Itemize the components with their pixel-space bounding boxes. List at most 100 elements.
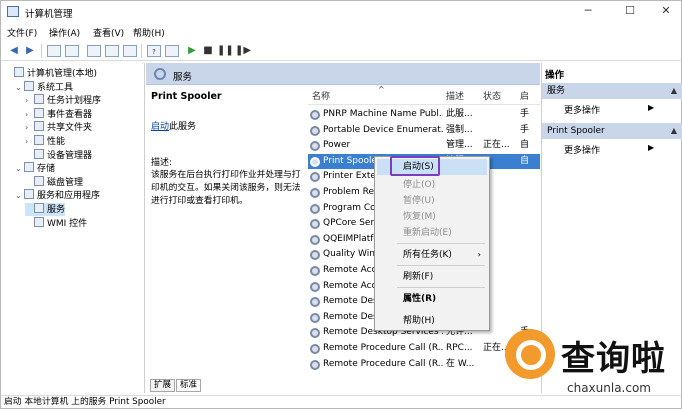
service-gear-icon: [310, 312, 320, 323]
cell-startup: 自: [520, 155, 530, 166]
up-folder-icon[interactable]: [47, 45, 61, 57]
menu-help[interactable]: 帮助(H): [133, 26, 165, 39]
actions-section-print-spooler[interactable]: Print Spooler ▲: [542, 123, 682, 139]
service-gear-icon: [310, 359, 320, 370]
expand-arrow-icon[interactable]: ›: [25, 121, 34, 134]
toolbar-separator: [41, 44, 42, 58]
start-menu-item-highlight-box: [390, 156, 440, 176]
context-menu-item[interactable]: 重新启动(E): [377, 225, 487, 241]
window-title: 计算机管理: [25, 9, 73, 20]
more-actions-print-spooler[interactable]: 更多操作 ▶: [564, 143, 654, 156]
menu-file[interactable]: 文件(F): [7, 26, 37, 39]
service-gear-icon: [310, 234, 320, 245]
more-actions-services[interactable]: 更多操作 ▶: [564, 103, 654, 116]
collapse-arrow-icon[interactable]: ▲: [671, 83, 677, 99]
service-gear-icon: [310, 281, 320, 292]
tree-item[interactable]: 磁盘管理: [25, 175, 83, 189]
tree-item[interactable]: › 性能: [25, 135, 65, 148]
expand-arrow-icon[interactable]: ⌄: [15, 162, 24, 175]
cell-startup: 自: [520, 140, 530, 151]
close-button[interactable]: ✕: [657, 4, 675, 18]
expand-arrow-icon[interactable]: ⌄: [15, 189, 24, 202]
restart-service-icon[interactable]: ❚▶: [235, 45, 251, 57]
expand-arrow-icon[interactable]: ›: [25, 94, 34, 107]
watermark-text: 查询啦: [561, 339, 666, 379]
menu-view[interactable]: 查看(V): [93, 26, 124, 39]
tree-item[interactable]: 设备管理器: [25, 148, 93, 162]
forward-arrow-icon[interactable]: ▶: [23, 45, 37, 57]
title-bar: 计算机管理 ─ ☐ ✕: [1, 1, 681, 23]
actions-section-label: 服务: [547, 86, 566, 96]
minimize-button[interactable]: ─: [579, 4, 597, 18]
column-name[interactable]: 名称: [312, 89, 330, 102]
gear-icon: [154, 68, 166, 80]
tree-item-label: 设备管理器: [47, 150, 93, 161]
toolbar: ◀ ▶ ? ▶ ■ ❚❚ ❚▶: [1, 41, 681, 61]
column-status[interactable]: 状态: [483, 89, 501, 102]
cell-desc: 强制...: [446, 124, 473, 135]
export-list-icon[interactable]: [87, 45, 101, 57]
tree-node-icon: [34, 135, 44, 145]
expand-arrow-icon[interactable]: ⌄: [15, 81, 24, 94]
expand-arrow-icon[interactable]: ›: [25, 135, 34, 148]
collapse-arrow-icon[interactable]: ▲: [671, 123, 677, 139]
tree-item-label: 服务和应用程序: [37, 191, 101, 202]
menu-bar: 文件(F) 操作(A) 查看(V) 帮助(H): [1, 23, 681, 41]
column-description[interactable]: 描述: [446, 89, 464, 102]
context-menu-item[interactable]: 恢复(M): [377, 209, 487, 225]
table-row[interactable]: PNRP Machine Name Publ... 此服... 手: [308, 107, 540, 123]
context-menu-item[interactable]: 暂停(U): [377, 193, 487, 209]
refresh-icon[interactable]: [105, 45, 119, 57]
help-icon[interactable]: ?: [147, 45, 161, 57]
menu-separator: [397, 287, 485, 288]
context-menu-item[interactable]: 刷新(F): [377, 269, 487, 285]
tree-item[interactable]: › 任务计划程序: [25, 94, 101, 107]
context-menu-label: 所有任务(K): [403, 250, 452, 260]
menu-separator: [397, 243, 485, 244]
cell-status: 正在...: [483, 140, 510, 151]
context-menu-item[interactable]: 所有任务(K) ›: [377, 247, 487, 263]
tree-item[interactable]: ⌄ 存储: [15, 162, 55, 175]
menu-action[interactable]: 操作(A): [49, 26, 80, 39]
service-gear-icon: [310, 156, 320, 167]
tree-item[interactable]: ⌄ 服务和应用程序: [15, 189, 100, 202]
tree-node-icon: [34, 94, 44, 105]
actions-section-services[interactable]: 服务 ▲: [542, 83, 682, 99]
maximize-button[interactable]: ☐: [621, 4, 639, 18]
start-service-icon[interactable]: ▶: [185, 45, 199, 57]
more-actions-label: 更多操作: [564, 146, 601, 156]
tree-item[interactable]: ⌄ 系统工具: [15, 80, 73, 94]
tab-standard[interactable]: 标准: [176, 379, 202, 392]
toolbar-separator: [141, 44, 142, 58]
expand-arrow-icon[interactable]: ›: [25, 108, 34, 121]
services-header-title: 服务: [173, 72, 193, 83]
start-service-link[interactable]: 启动: [151, 122, 169, 132]
show-tree-icon[interactable]: [65, 45, 79, 57]
view-icon[interactable]: [165, 45, 179, 57]
tree-item[interactable]: WMI 控件: [25, 216, 87, 230]
context-menu-item[interactable]: 属性(R): [377, 291, 487, 307]
tree-item[interactable]: 计算机管理(本地): [5, 67, 97, 80]
tree-item[interactable]: 服务: [25, 203, 66, 216]
column-startup[interactable]: 启: [520, 89, 529, 102]
pause-service-icon[interactable]: ❚❚: [217, 45, 234, 57]
stop-service-icon[interactable]: ■: [201, 45, 215, 57]
computer-management-icon: [7, 6, 19, 17]
sort-chevron-icon: ^: [378, 85, 385, 94]
tree-node-icon: [34, 175, 44, 186]
submenu-arrow-icon: ▶: [648, 143, 655, 152]
cell-desc: RPC...: [446, 343, 473, 353]
context-menu-item[interactable]: 帮助(H): [377, 313, 487, 329]
table-row[interactable]: Portable Device Enumerat... 强制... 手: [308, 123, 540, 139]
navigation-tree: 计算机管理(本地) ⌄ 系统工具 › 任务计划程序 › 事件查看器 › 共享文件夹 › 性能 设备管理…: [1, 63, 145, 393]
tree-item-label: 服务: [47, 205, 66, 215]
tree-item-label: 事件查看器: [47, 109, 93, 120]
context-menu-item[interactable]: 停止(O): [377, 177, 487, 193]
tree-item[interactable]: › 事件查看器: [25, 107, 93, 121]
table-row[interactable]: Power 管理... 正在... 自: [308, 138, 540, 154]
back-arrow-icon[interactable]: ◀: [7, 45, 21, 57]
more-actions-label: 更多操作: [564, 106, 601, 116]
tree-item[interactable]: › 共享文件夹: [25, 121, 92, 134]
tab-extended[interactable]: 扩展: [150, 379, 176, 392]
properties-icon[interactable]: [123, 45, 137, 57]
